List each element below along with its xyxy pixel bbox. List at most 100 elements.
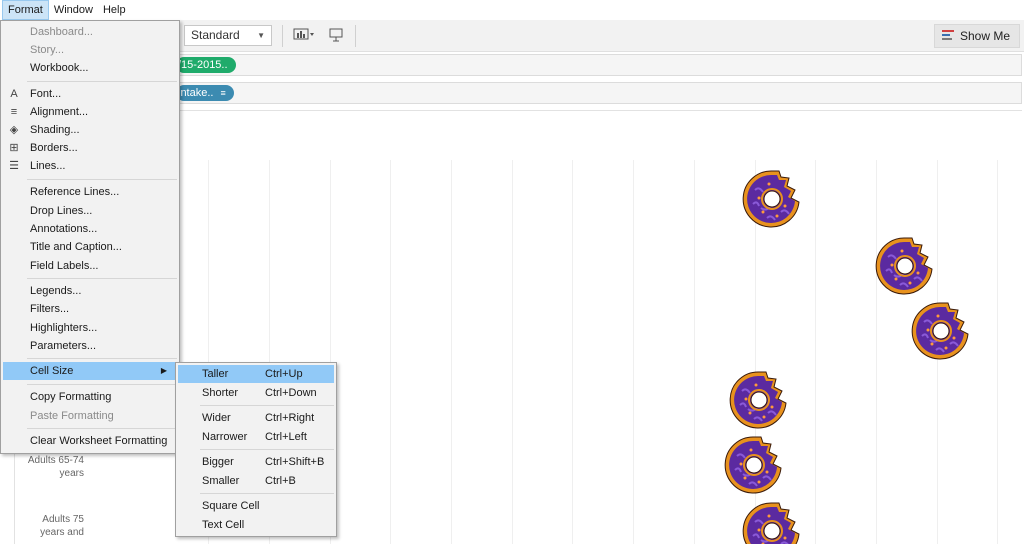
- menu-item-label: Cell Size: [30, 365, 74, 377]
- menu-item-label: Lines...: [30, 160, 66, 172]
- rows-pill[interactable]: intake.. ≡: [176, 85, 234, 101]
- menu-item-cell-size[interactable]: Cell Size ▶: [3, 362, 177, 380]
- gridline: [512, 160, 513, 544]
- columns-pill[interactable]: /15-2015..: [176, 57, 236, 73]
- menu-item-label: Alignment...: [30, 106, 89, 118]
- menu-separator: [27, 384, 177, 385]
- submenu-item-label: Smaller: [202, 475, 240, 487]
- menu-item-drop-lines[interactable]: Drop Lines...: [1, 202, 179, 220]
- menu-item-workbook[interactable]: Workbook...: [1, 59, 179, 77]
- font-icon: A: [10, 88, 18, 100]
- cell-size-submenu: Taller Ctrl+Up Shorter Ctrl+Down Wider Ctrl…: [175, 362, 337, 537]
- rows-shelf[interactable]: intake.. ≡: [176, 82, 1022, 104]
- donut-mark[interactable]: [741, 168, 803, 230]
- menu-item-clear-worksheet-formatting[interactable]: Clear Worksheet Formatting: [1, 432, 179, 450]
- row-header: Adults 65-74 years: [14, 454, 84, 480]
- lines-icon: ☰: [9, 160, 19, 172]
- shortcut-text: Ctrl+Down: [265, 387, 317, 399]
- submenu-item-label: Bigger: [202, 456, 234, 468]
- submenu-item-label: Wider: [202, 412, 231, 424]
- menu-item-highlighters[interactable]: Highlighters...: [1, 319, 179, 337]
- menu-item-label: Clear Worksheet Formatting: [30, 435, 168, 447]
- menu-item-label: Paste Formatting: [30, 410, 114, 422]
- menu-item-annotations[interactable]: Annotations...: [1, 220, 179, 238]
- menu-item-title-and-caption[interactable]: Title and Caption...: [1, 238, 179, 256]
- menu-item-label: Dashboard...: [30, 26, 93, 38]
- menu-item-story[interactable]: Story...: [1, 41, 179, 59]
- presentation-mode-icon[interactable]: [328, 27, 344, 48]
- menu-format[interactable]: Format: [2, 0, 49, 20]
- menu-item-borders[interactable]: ⊞ Borders...: [1, 139, 179, 157]
- submenu-item-wider[interactable]: Wider Ctrl+Right: [176, 409, 336, 427]
- menu-item-parameters[interactable]: Parameters...: [1, 337, 179, 355]
- gridline: [876, 160, 877, 544]
- menu-item-dashboard[interactable]: Dashboard...: [1, 23, 179, 41]
- menu-separator: [27, 278, 177, 279]
- menu-window[interactable]: Window: [49, 0, 98, 20]
- row-header-line: years and: [40, 527, 84, 538]
- menu-item-label: Drop Lines...: [30, 205, 93, 217]
- submenu-item-square-cell[interactable]: Square Cell: [176, 497, 336, 515]
- shortcut-text: Ctrl+Right: [265, 412, 315, 424]
- submenu-item-taller[interactable]: Taller Ctrl+Up: [178, 365, 334, 383]
- menu-item-label: Highlighters...: [30, 322, 98, 334]
- donut-mark[interactable]: [910, 300, 972, 362]
- menu-separator: [27, 358, 177, 359]
- menu-item-label: Reference Lines...: [30, 186, 120, 198]
- menu-item-lines[interactable]: ☰ Lines...: [1, 157, 179, 175]
- menu-item-label: Title and Caption...: [30, 241, 122, 253]
- menu-separator: [200, 449, 334, 450]
- show-me-icon: [942, 30, 954, 42]
- submenu-item-bigger[interactable]: Bigger Ctrl+Shift+B: [176, 453, 336, 471]
- alignment-icon: ≡: [10, 106, 18, 118]
- fit-dropdown-value: Standard: [191, 28, 240, 42]
- submenu-item-text-cell[interactable]: Text Cell: [176, 516, 336, 534]
- menu-item-label: Legends...: [30, 285, 82, 297]
- row-header-line: years: [59, 468, 84, 479]
- columns-pill-label: /15-2015..: [178, 59, 228, 71]
- menu-help[interactable]: Help: [98, 0, 131, 20]
- row-header-line: Adults 75: [42, 514, 84, 525]
- show-me-button[interactable]: Show Me: [934, 24, 1020, 48]
- donut-mark[interactable]: [723, 434, 785, 496]
- menu-item-label: Field Labels...: [30, 260, 99, 272]
- rows-pill-label: intake..: [178, 87, 214, 99]
- menu-item-alignment[interactable]: ≡ Alignment...: [1, 103, 179, 121]
- menu-item-legends[interactable]: Legends...: [1, 282, 179, 300]
- menu-item-label: Copy Formatting: [30, 391, 112, 403]
- gridline: [694, 160, 695, 544]
- gridline: [997, 160, 998, 544]
- menu-item-reference-lines[interactable]: Reference Lines...: [1, 183, 179, 201]
- menu-item-copy-formatting[interactable]: Copy Formatting: [1, 388, 179, 406]
- gridline: [815, 160, 816, 544]
- toolbar-divider: [355, 25, 356, 47]
- menu-item-label: Annotations...: [30, 223, 98, 235]
- menu-item-field-labels[interactable]: Field Labels...: [1, 257, 179, 275]
- menu-separator: [27, 81, 177, 82]
- shortcut-text: Ctrl+Up: [265, 368, 303, 380]
- donut-mark[interactable]: [741, 500, 803, 544]
- submenu-item-label: Taller: [202, 368, 229, 380]
- columns-shelf[interactable]: /15-2015..: [176, 54, 1022, 76]
- submenu-item-narrower[interactable]: Narrower Ctrl+Left: [176, 428, 336, 446]
- menu-item-label: Shading...: [30, 124, 80, 136]
- submenu-arrow-icon: ▶: [160, 366, 167, 375]
- sort-descending-icon: ≡: [220, 88, 226, 98]
- shortcut-text: Ctrl+Shift+B: [265, 456, 325, 468]
- donut-mark[interactable]: [874, 235, 936, 297]
- menu-item-paste-formatting[interactable]: Paste Formatting: [1, 407, 179, 425]
- gridline: [390, 160, 391, 544]
- submenu-item-smaller[interactable]: Smaller Ctrl+B: [176, 472, 336, 490]
- fit-dropdown[interactable]: Standard ▼: [184, 25, 272, 46]
- submenu-item-shorter[interactable]: Shorter Ctrl+Down: [176, 384, 336, 402]
- label-marks-icon[interactable]: [293, 27, 315, 46]
- donut-mark[interactable]: [728, 369, 790, 431]
- menu-item-filters[interactable]: Filters...: [1, 300, 179, 318]
- chevron-down-icon: ▼: [257, 31, 265, 40]
- menu-item-label: Story...: [30, 44, 65, 56]
- format-menu: Dashboard... Story... Workbook... A Font.…: [0, 20, 180, 454]
- menu-separator: [200, 405, 334, 406]
- menu-item-shading[interactable]: ◈ Shading...: [1, 121, 179, 139]
- menu-item-font[interactable]: A Font...: [1, 85, 179, 103]
- menu-item-label: Borders...: [30, 142, 78, 154]
